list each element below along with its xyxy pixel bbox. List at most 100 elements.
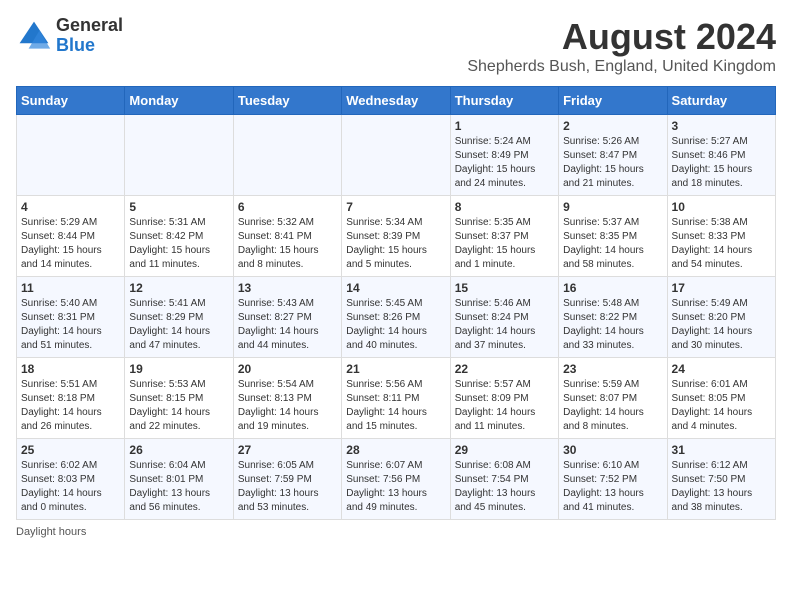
day-number: 3 [672,119,771,133]
title-block: August 2024 Shepherds Bush, England, Uni… [467,16,776,76]
day-number: 18 [21,362,120,376]
day-info: Sunrise: 5:31 AM Sunset: 8:42 PM Dayligh… [129,216,228,272]
column-header-thursday: Thursday [450,87,558,115]
day-number: 12 [129,281,228,295]
column-header-tuesday: Tuesday [233,87,341,115]
calendar-cell: 13 Sunrise: 5:43 AM Sunset: 8:27 PM Dayli… [233,277,341,358]
calendar-cell: 15Sunrise: 5:46 AM Sunset: 8:24 PM Dayli… [450,277,558,358]
calendar-cell: 29Sunrise: 6:08 AM Sunset: 7:54 PM Dayli… [450,439,558,520]
calendar-cell [233,115,341,196]
day-info: Sunrise: 5:57 AM Sunset: 8:09 PM Dayligh… [455,378,554,434]
day-info: Sunrise: 5:46 AM Sunset: 8:24 PM Dayligh… [455,297,554,353]
day-info: Sunrise: 5:35 AM Sunset: 8:37 PM Dayligh… [455,216,554,272]
day-number: 11 [21,281,120,295]
calendar-cell: 23Sunrise: 5:59 AM Sunset: 8:07 PM Dayli… [559,358,667,439]
day-number: 7 [346,200,445,214]
day-number: 31 [672,443,771,457]
day-number: 24 [672,362,771,376]
calendar-cell: 21 Sunrise: 5:56 AM Sunset: 8:11 PM Dayli… [342,358,450,439]
daylight-hours-label: Daylight hours [16,526,86,538]
logo-text: General Blue [56,16,123,56]
day-number: 21 [346,362,445,376]
calendar-cell: 4 Sunrise: 5:29 AM Sunset: 8:44 PM Daylig… [17,196,125,277]
day-info: Sunrise: 5:41 AM Sunset: 8:29 PM Dayligh… [129,297,228,353]
main-title: August 2024 [467,16,776,58]
day-info: Sunrise: 5:38 AM Sunset: 8:33 PM Dayligh… [672,216,771,272]
day-info: Sunrise: 5:49 AM Sunset: 8:20 PM Dayligh… [672,297,771,353]
calendar-cell: 6 Sunrise: 5:32 AM Sunset: 8:41 PM Daylig… [233,196,341,277]
calendar-cell [17,115,125,196]
column-header-saturday: Saturday [667,87,775,115]
day-info: Sunrise: 6:12 AM Sunset: 7:50 PM Dayligh… [672,459,771,515]
calendar-cell: 9 Sunrise: 5:37 AM Sunset: 8:35 PM Daylig… [559,196,667,277]
day-info: Sunrise: 6:02 AM Sunset: 8:03 PM Dayligh… [21,459,120,515]
day-info: Sunrise: 6:04 AM Sunset: 8:01 PM Dayligh… [129,459,228,515]
day-info: Sunrise: 5:27 AM Sunset: 8:46 PM Dayligh… [672,135,771,191]
day-info: Sunrise: 6:05 AM Sunset: 7:59 PM Dayligh… [238,459,337,515]
day-number: 17 [672,281,771,295]
subtitle: Shepherds Bush, England, United Kingdom [467,58,776,76]
calendar-cell: 5 Sunrise: 5:31 AM Sunset: 8:42 PM Daylig… [125,196,233,277]
week-row-3: 11 Sunrise: 5:40 AM Sunset: 8:31 PM Dayli… [17,277,776,358]
day-number: 10 [672,200,771,214]
calendar-cell: 18 Sunrise: 5:51 AM Sunset: 8:18 PM Dayli… [17,358,125,439]
day-number: 23 [563,362,662,376]
day-info: Sunrise: 6:07 AM Sunset: 7:56 PM Dayligh… [346,459,445,515]
day-number: 27 [238,443,337,457]
day-info: Sunrise: 5:43 AM Sunset: 8:27 PM Dayligh… [238,297,337,353]
calendar-cell: 11 Sunrise: 5:40 AM Sunset: 8:31 PM Dayli… [17,277,125,358]
calendar-header-row: SundayMondayTuesdayWednesdayThursdayFrid… [17,87,776,115]
calendar-cell: 31 Sunrise: 6:12 AM Sunset: 7:50 PM Dayli… [667,439,775,520]
calendar-cell: 2 Sunrise: 5:26 AM Sunset: 8:47 PM Daylig… [559,115,667,196]
column-header-sunday: Sunday [17,87,125,115]
calendar-cell: 22 Sunrise: 5:57 AM Sunset: 8:09 PM Dayli… [450,358,558,439]
day-number: 16 [563,281,662,295]
calendar-cell: 16 Sunrise: 5:48 AM Sunset: 8:22 PM Dayli… [559,277,667,358]
day-info: Sunrise: 6:01 AM Sunset: 8:05 PM Dayligh… [672,378,771,434]
week-row-4: 18 Sunrise: 5:51 AM Sunset: 8:18 PM Dayli… [17,358,776,439]
day-info: Sunrise: 5:26 AM Sunset: 8:47 PM Dayligh… [563,135,662,191]
day-number: 29 [455,443,554,457]
calendar-cell: 8Sunrise: 5:35 AM Sunset: 8:37 PM Daylig… [450,196,558,277]
day-number: 2 [563,119,662,133]
column-header-monday: Monday [125,87,233,115]
calendar-cell: 17 Sunrise: 5:49 AM Sunset: 8:20 PM Dayli… [667,277,775,358]
calendar-cell [125,115,233,196]
day-number: 22 [455,362,554,376]
calendar-cell: 28 Sunrise: 6:07 AM Sunset: 7:56 PM Dayli… [342,439,450,520]
week-row-2: 4 Sunrise: 5:29 AM Sunset: 8:44 PM Daylig… [17,196,776,277]
day-info: Sunrise: 5:32 AM Sunset: 8:41 PM Dayligh… [238,216,337,272]
week-row-5: 25 Sunrise: 6:02 AM Sunset: 8:03 PM Dayli… [17,439,776,520]
calendar-cell: 26 Sunrise: 6:04 AM Sunset: 8:01 PM Dayli… [125,439,233,520]
calendar-cell: 3 Sunrise: 5:27 AM Sunset: 8:46 PM Daylig… [667,115,775,196]
calendar-cell: 1Sunrise: 5:24 AM Sunset: 8:49 PM Daylig… [450,115,558,196]
calendar-cell: 27 Sunrise: 6:05 AM Sunset: 7:59 PM Dayli… [233,439,341,520]
day-number: 20 [238,362,337,376]
day-info: Sunrise: 5:56 AM Sunset: 8:11 PM Dayligh… [346,378,445,434]
day-info: Sunrise: 5:40 AM Sunset: 8:31 PM Dayligh… [21,297,120,353]
column-header-wednesday: Wednesday [342,87,450,115]
day-info: Sunrise: 5:29 AM Sunset: 8:44 PM Dayligh… [21,216,120,272]
day-number: 30 [563,443,662,457]
day-number: 13 [238,281,337,295]
calendar-cell: 24 Sunrise: 6:01 AM Sunset: 8:05 PM Dayli… [667,358,775,439]
day-number: 6 [238,200,337,214]
day-number: 5 [129,200,228,214]
logo-blue: Blue [56,36,123,56]
page-header: General Blue August 2024 Shepherds Bush,… [16,16,776,76]
column-header-friday: Friday [559,87,667,115]
day-number: 4 [21,200,120,214]
calendar-cell: 12 Sunrise: 5:41 AM Sunset: 8:29 PM Dayli… [125,277,233,358]
day-number: 25 [21,443,120,457]
logo-icon [16,18,52,54]
day-info: Sunrise: 5:37 AM Sunset: 8:35 PM Dayligh… [563,216,662,272]
footer-note: Daylight hours [16,526,776,538]
day-number: 28 [346,443,445,457]
day-number: 26 [129,443,228,457]
day-info: Sunrise: 5:51 AM Sunset: 8:18 PM Dayligh… [21,378,120,434]
day-info: Sunrise: 5:48 AM Sunset: 8:22 PM Dayligh… [563,297,662,353]
calendar-cell: 10 Sunrise: 5:38 AM Sunset: 8:33 PM Dayli… [667,196,775,277]
day-number: 9 [563,200,662,214]
calendar-cell: 20Sunrise: 5:54 AM Sunset: 8:13 PM Dayli… [233,358,341,439]
logo: General Blue [16,16,123,56]
